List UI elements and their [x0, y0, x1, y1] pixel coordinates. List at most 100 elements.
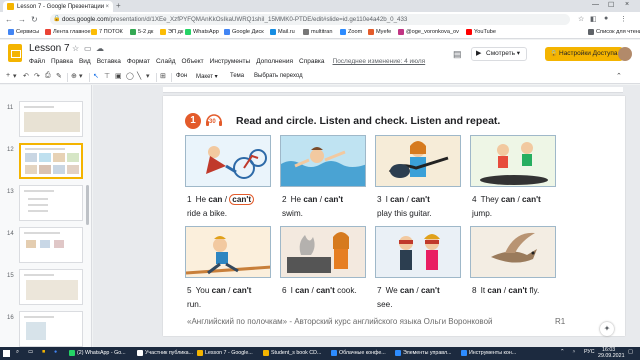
bookmark-star-icon[interactable]: ☆	[578, 15, 584, 23]
option-cant[interactable]: can't	[324, 195, 343, 204]
language-indicator[interactable]: РУС	[584, 349, 595, 356]
present-button[interactable]: ▶ Смотреть ▾	[471, 47, 528, 61]
option-can[interactable]: can	[303, 195, 317, 204]
minimize-button[interactable]: —	[592, 1, 599, 8]
new-slide-icon[interactable]: +	[6, 72, 10, 79]
menu-object[interactable]: Объект	[182, 58, 204, 65]
slide-thumbnail-13[interactable]	[19, 185, 83, 221]
close-window-button[interactable]: ×	[625, 1, 629, 8]
profile-icon[interactable]: ●	[604, 15, 608, 22]
reload-icon[interactable]: ↻	[31, 15, 38, 24]
new-tab-button[interactable]: +	[116, 1, 121, 10]
option-can[interactable]: can	[295, 286, 309, 295]
forward-icon[interactable]: →	[18, 15, 26, 24]
menu-tools[interactable]: Инструменты	[210, 58, 251, 65]
bookmark-item[interactable]: Сервисы	[8, 29, 39, 35]
explore-icon[interactable]: ✦	[600, 322, 614, 336]
undo-icon[interactable]: ↶	[23, 72, 29, 80]
option-cant-circled[interactable]: can't	[229, 194, 255, 205]
line-icon[interactable]: ╲	[137, 72, 141, 80]
option-cant[interactable]: can't	[508, 286, 527, 295]
bookmark-item[interactable]: ЭП дк	[160, 29, 183, 35]
file-explorer-icon[interactable]: ■	[42, 349, 45, 356]
slide-thumbnail-12[interactable]	[19, 143, 83, 179]
bookmark-item[interactable]: Лента главное	[45, 29, 91, 35]
bookmark-item[interactable]: @oge_voronkova_ov	[398, 29, 459, 35]
menu-slide[interactable]: Слайд	[156, 58, 176, 65]
bookmark-item[interactable]: 5-2 дк	[130, 29, 153, 35]
extensions-icon[interactable]: ◧	[590, 15, 597, 23]
option-can[interactable]: can	[390, 195, 404, 204]
browser-menu-icon[interactable]: ⋮	[620, 15, 627, 23]
paint-format-icon[interactable]: ✎	[56, 72, 62, 80]
taskbar-app[interactable]: Элементы управл...	[394, 348, 452, 359]
url-field[interactable]: 🔒 docs.google.com/presentation/d/1XEe_Xz…	[50, 14, 570, 25]
new-slide-dropdown-icon[interactable]: ▾	[13, 72, 17, 80]
slide-thumbnail-11[interactable]	[19, 101, 83, 137]
search-icon[interactable]: ⌕	[16, 349, 19, 356]
option-can[interactable]: can	[501, 195, 515, 204]
slide-thumbnail-15[interactable]	[19, 269, 83, 305]
option-cant[interactable]: can't	[411, 195, 430, 204]
menu-edit[interactable]: Правка	[51, 58, 73, 65]
bookmark-item[interactable]: YouTube	[466, 29, 496, 35]
star-icon[interactable]: ☆	[72, 44, 79, 53]
bookmark-item[interactable]: WhatsApp	[185, 29, 219, 35]
line-dropdown-icon[interactable]: ▾	[146, 72, 150, 80]
taskbar-app[interactable]: (2) WhatsApp - Go...	[68, 348, 126, 359]
windows-start-icon[interactable]	[3, 350, 10, 357]
clock-date[interactable]: 29.09.2021	[598, 353, 625, 360]
option-can[interactable]: can	[400, 286, 414, 295]
notifications-icon[interactable]: ▢	[628, 349, 633, 356]
share-button[interactable]: 🔒 Настройки Доступа	[545, 47, 624, 61]
filmstrip-scrollbar[interactable]	[86, 185, 89, 225]
slide-thumbnail-16[interactable]	[19, 311, 83, 347]
select-icon[interactable]: ↖	[93, 72, 99, 80]
layout-button[interactable]: Макет ▾	[196, 73, 218, 80]
zoom-dropdown-icon[interactable]: ▾	[79, 72, 83, 80]
bookmark-item[interactable]: Google Диск	[224, 29, 264, 35]
option-cant[interactable]: can't	[522, 195, 541, 204]
option-can[interactable]: can	[487, 286, 501, 295]
redo-icon[interactable]: ↷	[34, 72, 40, 80]
bookmark-item[interactable]: multitran	[303, 29, 332, 35]
option-cant[interactable]: can't	[316, 286, 335, 295]
document-title[interactable]: Lesson 7	[29, 43, 70, 54]
bookmark-item[interactable]: Zoom	[340, 29, 362, 35]
slide-canvas[interactable]: 1 30 Read and circle. Listen and check. …	[163, 96, 625, 336]
option-cant[interactable]: can't	[421, 286, 440, 295]
shape-icon[interactable]: ◯	[126, 72, 134, 80]
bookmark-item[interactable]: 7 ПОТОК	[91, 29, 123, 35]
option-can[interactable]: can	[212, 286, 226, 295]
collapse-toolbar-icon[interactable]: ⌃	[616, 72, 622, 80]
taskbar-app[interactable]: Lesson 7 - Google...	[196, 348, 253, 359]
taskbar-app[interactable]: Инструменты кон...	[460, 348, 516, 359]
print-icon[interactable]: ⎙	[45, 72, 51, 80]
user-avatar[interactable]	[618, 47, 632, 61]
taskbar-app[interactable]: Участник публика...	[136, 348, 193, 359]
zoom-icon[interactable]: ⊕	[71, 72, 77, 80]
browser-tab[interactable]: Lesson 7 - Google Презентации ×	[3, 1, 113, 12]
image-icon[interactable]: ▣	[115, 72, 122, 80]
comments-icon[interactable]: ▤	[453, 49, 462, 60]
taskbar-app[interactable]: Облачные конфе...	[330, 348, 386, 359]
bookmark-item[interactable]: Список для чтения	[588, 29, 640, 35]
slide-thumbnail-14[interactable]	[19, 227, 83, 263]
taskbar-app[interactable]: Student_s book CD...	[262, 348, 321, 359]
google-slides-logo-icon[interactable]	[8, 44, 22, 62]
background-button[interactable]: Фон	[176, 73, 187, 79]
last-edit-link[interactable]: Последнее изменение: 4 июля	[333, 58, 426, 65]
close-tab-icon[interactable]: ×	[105, 4, 109, 10]
move-folder-icon[interactable]: ▭	[84, 44, 92, 53]
maximize-button[interactable]: ☐	[608, 1, 614, 9]
transition-button[interactable]: Выбрать переход	[254, 73, 303, 79]
menu-help[interactable]: Справка	[299, 58, 325, 65]
menu-format[interactable]: Формат	[127, 58, 150, 65]
option-can[interactable]: can	[208, 195, 222, 204]
menu-view[interactable]: Вид	[79, 58, 91, 65]
bookmark-item[interactable]: Myefe	[368, 29, 391, 35]
bookmark-item[interactable]: Mail.ru	[270, 29, 295, 35]
task-view-icon[interactable]: ▭	[28, 349, 33, 356]
comment-add-icon[interactable]: ⊞	[160, 72, 166, 80]
option-cant[interactable]: can't	[233, 286, 252, 295]
